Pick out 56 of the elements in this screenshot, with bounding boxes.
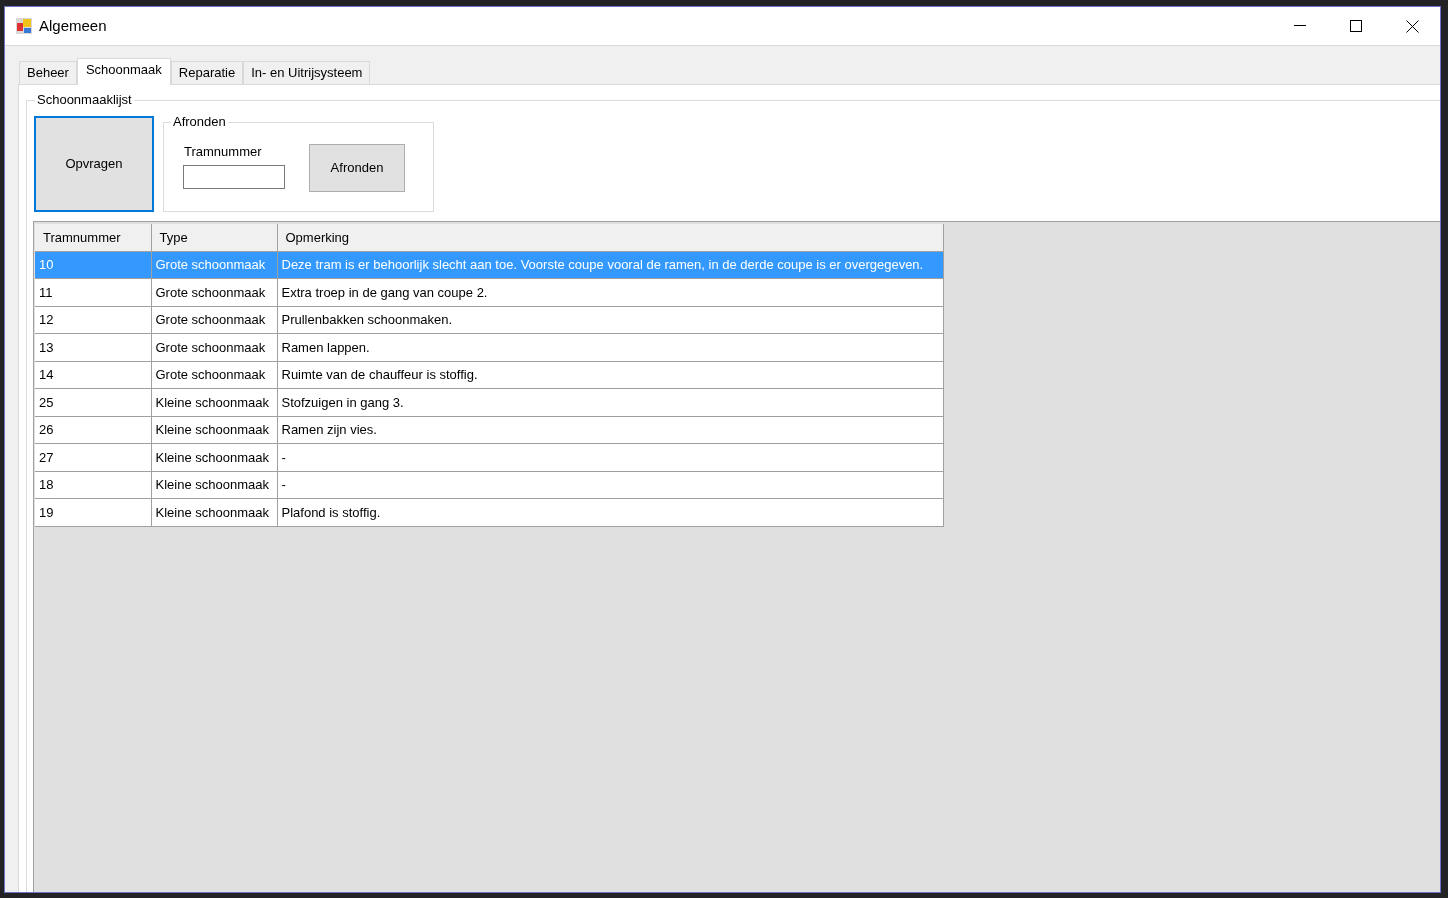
tab[interactable]: Reparatie (170, 61, 244, 84)
table-row[interactable]: 11 Grote schoonmaak Extra troep in de gang van coupe 2. (35, 278, 943, 306)
group-title: Schoonmaaklijst (35, 92, 134, 108)
table-row[interactable]: 25 Kleine schoonmaak Stofzuigen in gang 3. (35, 388, 943, 416)
table-cell: Ruimte van de chauffeur is stoffig. (277, 361, 943, 389)
table-cell: Ramen zijn vies. (277, 416, 943, 444)
table-cell: Grote schoonmaak (151, 361, 277, 389)
field-label: Tramnummer (184, 144, 263, 160)
table-cell: Ramen lappen. (277, 333, 943, 361)
table-cell: Kleine schoonmaak (151, 416, 277, 444)
table-cell: Plafond is stoffig. (277, 498, 943, 526)
table-cell: Stofzuigen in gang 3. (277, 388, 943, 416)
tab[interactable]: Beheer (19, 61, 77, 84)
tab[interactable]: In- en Uitrijsysteem (243, 61, 371, 84)
table-row[interactable]: 27 Kleine schoonmaak - (35, 443, 943, 471)
table-cell: Kleine schoonmaak (151, 388, 277, 416)
table-cell: 13 (35, 333, 151, 361)
table-cell: 11 (35, 278, 151, 306)
table-cell: Prullenbakken schoonmaken. (277, 306, 943, 334)
app-icon (15, 17, 33, 35)
tramnummer-field[interactable] (183, 165, 285, 189)
table-cell: 10 (35, 251, 151, 279)
table-cell: 19 (35, 498, 151, 526)
table-cell: Kleine schoonmaak (151, 443, 277, 471)
table-cell: - (277, 471, 943, 499)
table-cell: Grote schoonmaak (151, 306, 277, 334)
table-cell: Grote schoonmaak (151, 278, 277, 306)
table-row[interactable]: 14 Grote schoonmaak Ruimte van de chauffeur is stoffig. (35, 361, 943, 389)
table-row[interactable]: 18 Kleine schoonmaak - (35, 471, 943, 499)
table-cell: Extra troep in de gang van coupe 2. (277, 278, 943, 306)
table-cell: 26 (35, 416, 151, 444)
table-cell: 12 (35, 306, 151, 334)
table-cell: Grote schoonmaak (151, 333, 277, 361)
close-icon (1405, 19, 1419, 33)
window-title: Algemeen (39, 15, 107, 36)
table-row[interactable]: 13 Grote schoonmaak Ramen lappen. (35, 333, 943, 361)
table-cell: Kleine schoonmaak (151, 498, 277, 526)
table-cell: Grote schoonmaak (151, 251, 277, 279)
table-cell: 18 (35, 471, 151, 499)
table-cell: 25 (35, 388, 151, 416)
table-cell: 14 (35, 361, 151, 389)
column-header[interactable]: Type (151, 224, 277, 251)
column-header[interactable]: Opmerking (277, 224, 943, 251)
table-cell: 27 (35, 443, 151, 471)
table-cell: Kleine schoonmaak (151, 471, 277, 499)
table-row[interactable]: 12 Grote schoonmaak Prullenbakken schoonmaken. (35, 306, 943, 334)
column-header[interactable]: Tramnummer (35, 224, 151, 251)
query-button[interactable]: Opvragen (34, 116, 154, 212)
finish-button[interactable]: Afronden (309, 144, 405, 192)
maximize-icon (1350, 20, 1362, 32)
table-cell: Deze tram is er behoorlijk slecht aan toe. Voorste coupe vooral de ramen, in de derde coupe is er overgegeven. (277, 251, 943, 279)
table-row[interactable]: 26 Kleine schoonmaak Ramen zijn vies. (35, 416, 943, 444)
tab[interactable]: Schoonmaak (76, 58, 171, 85)
table-row[interactable]: 19 Kleine schoonmaak Plafond is stoffig. (35, 498, 943, 526)
minimize-icon (1294, 25, 1306, 27)
table-cell: - (277, 443, 943, 471)
